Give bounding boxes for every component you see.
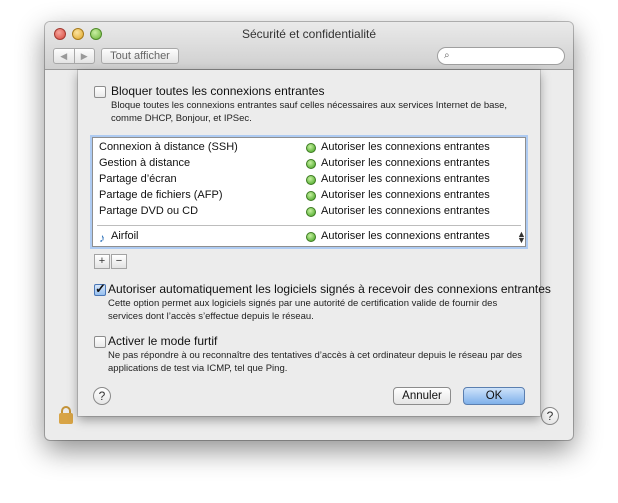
stealth-mode-label: Activer le mode furtif: [108, 334, 218, 348]
navigation-buttons: ◀ ▶: [53, 48, 95, 64]
window-title: Sécurité et confidentialité: [241, 27, 377, 41]
list-item[interactable]: Partage DVD ou CD Autoriser les connexio…: [93, 204, 525, 220]
ok-button[interactable]: OK: [463, 387, 525, 405]
list-item[interactable]: Gestion à distance Autoriser les connexi…: [93, 156, 525, 172]
stealth-mode-description: Ne pas répondre à ou reconnaître des ten…: [108, 350, 523, 374]
cancel-button[interactable]: Annuler: [393, 387, 451, 405]
service-status: Autoriser les connexions entrantes: [321, 173, 490, 185]
signed-software-checkbox[interactable]: ✓: [94, 281, 106, 296]
show-all-button[interactable]: Tout afficher: [101, 48, 179, 64]
status-dot-icon: [306, 143, 316, 153]
signed-software-description: Cette option permet aux logiciels signés…: [108, 298, 498, 322]
status-dot-icon: [306, 191, 316, 201]
app-row-airfoil[interactable]: ♪ Airfoil Autoriser les connexions entra…: [93, 229, 526, 246]
checkmark-icon: ✓: [95, 281, 106, 296]
service-name: Gestion à distance: [99, 157, 191, 169]
status-dot-icon: [306, 232, 316, 242]
magnifier-icon: ⌕: [444, 50, 450, 61]
help-button[interactable]: ?: [93, 387, 111, 405]
add-app-button[interactable]: +: [94, 254, 110, 269]
services-list[interactable]: Connexion à distance (SSH) Autoriser les…: [92, 137, 526, 247]
search-field[interactable]: ⌕: [437, 47, 565, 65]
service-status: Autoriser les connexions entrantes: [321, 157, 490, 169]
block-all-label: Bloquer toutes les connexions entrantes: [111, 84, 325, 98]
service-name: Connexion à distance (SSH): [99, 141, 238, 153]
list-item[interactable]: Partage de fichiers (AFP) Autoriser les …: [93, 188, 525, 204]
remove-app-button[interactable]: −: [111, 254, 127, 269]
title-bar: Sécurité et confidentialité ◀ ▶ Tout aff…: [45, 22, 573, 70]
stealth-mode-checkbox[interactable]: [94, 336, 106, 348]
music-note-icon: ♪: [99, 231, 105, 245]
lock-icon[interactable]: [59, 406, 73, 424]
list-divider: [97, 225, 521, 226]
block-all-checkbox[interactable]: [94, 86, 106, 98]
service-name: Partage d’écran: [99, 173, 177, 185]
service-name: Partage de fichiers (AFP): [99, 189, 223, 201]
service-name: Partage DVD ou CD: [99, 205, 199, 217]
popup-arrows-icon[interactable]: ▲ ▼: [517, 230, 526, 245]
list-item[interactable]: Partage d’écran Autoriser les connexions…: [93, 172, 525, 188]
app-name: Airfoil: [111, 230, 139, 242]
service-status: Autoriser les connexions entrantes: [321, 189, 490, 201]
status-dot-icon: [306, 207, 316, 217]
service-status: Autoriser les connexions entrantes: [321, 205, 490, 217]
status-dot-icon: [306, 175, 316, 185]
service-status: Autoriser les connexions entrantes: [321, 141, 490, 153]
firewall-options-sheet: Bloquer toutes les connexions entrantes …: [78, 70, 551, 416]
app-status-popup[interactable]: Autoriser les connexions entrantes: [321, 230, 490, 242]
back-button[interactable]: ◀: [54, 49, 75, 63]
block-all-description: Bloque toutes les connexions entrantes s…: [111, 100, 508, 124]
forward-button[interactable]: ▶: [75, 49, 95, 63]
help-button-background[interactable]: ?: [541, 407, 559, 425]
list-item[interactable]: Connexion à distance (SSH) Autoriser les…: [93, 140, 525, 156]
signed-software-label: Autoriser automatiquement les logiciels …: [108, 282, 551, 296]
status-dot-icon: [306, 159, 316, 169]
